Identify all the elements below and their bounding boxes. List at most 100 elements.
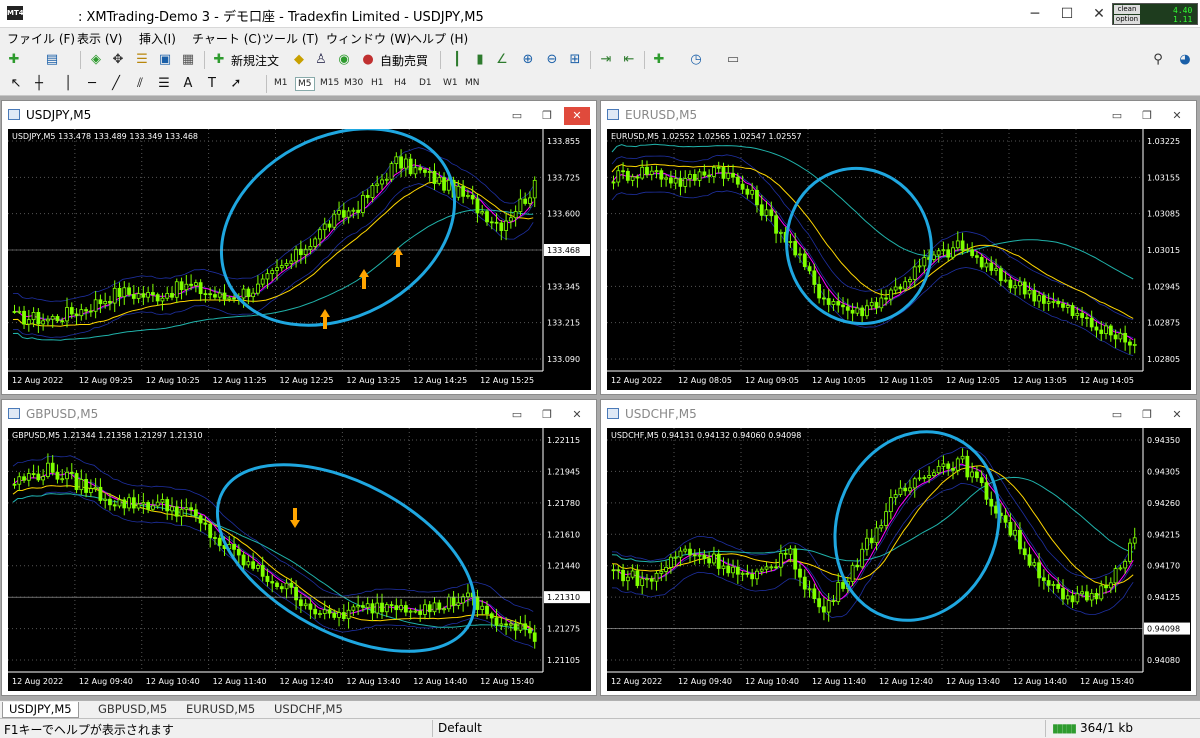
new-order-icon[interactable]: ✚: [211, 52, 227, 68]
window-minimize-button[interactable]: ▭: [504, 406, 530, 424]
window-header[interactable]: USDJPY,M5 ▭ ❐ ✕: [2, 101, 596, 129]
auto-trading-button[interactable]: 自動売買: [380, 52, 428, 69]
candle-body: [917, 477, 922, 480]
price-chart[interactable]: 133.855 133.725 133.600 133.468 133.345 133.2…: [8, 129, 591, 390]
candle-body: [764, 209, 769, 216]
price-chart[interactable]: 0.94350 0.94305 0.94260 0.94215 0.94170 0.941…: [607, 428, 1191, 691]
window-header[interactable]: EURUSD,M5 ▭ ❐ ✕: [601, 101, 1196, 129]
tab-gbpusd[interactable]: GBPUSD,M5: [92, 702, 173, 718]
candle-body: [989, 262, 994, 271]
menu-window[interactable]: ウィンドウ (W): [326, 30, 411, 47]
tester-icon[interactable]: ▦: [180, 52, 196, 68]
chart-window-eurusd[interactable]: EURUSD,M5 ▭ ❐ ✕ 1.03225 1.03155 1.03085 1.0…: [600, 100, 1197, 395]
bar-chart-icon[interactable]: ┃: [449, 52, 465, 68]
menu-tools[interactable]: ツール (T): [262, 30, 319, 47]
chat-icon[interactable]: ◕: [1177, 52, 1193, 68]
window-close-button[interactable]: ✕: [1164, 406, 1190, 424]
new-order-button[interactable]: 新規注文: [231, 52, 279, 69]
tf-mn[interactable]: MN: [463, 77, 482, 89]
price-tick-label: 0.94215: [1147, 530, 1180, 539]
window-restore-button[interactable]: ❐: [534, 107, 560, 125]
indicators-icon[interactable]: ✚: [651, 52, 667, 68]
window-restore-button[interactable]: ❐: [1134, 107, 1160, 125]
tab-usdchf[interactable]: USDCHF,M5: [268, 702, 349, 718]
vertical-line-icon[interactable]: │: [60, 76, 76, 92]
time-tick-label: 12 Aug 12:40: [280, 677, 334, 686]
channel-icon[interactable]: ⫽: [132, 76, 148, 92]
navigator-icon[interactable]: ✥: [110, 52, 126, 68]
arrows-icon[interactable]: ➚: [228, 76, 244, 92]
candle-body: [427, 170, 432, 173]
crosshair-icon[interactable]: ┼: [31, 76, 47, 92]
templates-icon[interactable]: ▭: [725, 52, 741, 68]
cursor-icon[interactable]: ↖: [8, 76, 24, 92]
community-icon[interactable]: ♙: [313, 52, 329, 68]
menu-help[interactable]: ヘルプ (H): [410, 30, 468, 47]
close-button[interactable]: ✕: [1084, 0, 1114, 28]
minimize-button[interactable]: ─: [1020, 0, 1050, 28]
window-minimize-button[interactable]: ▭: [504, 107, 530, 125]
tf-m15[interactable]: M15: [318, 77, 341, 89]
fibonacci-icon[interactable]: ☰: [156, 76, 172, 92]
metaeditor-icon[interactable]: ◆: [291, 52, 307, 68]
clean-button[interactable]: clean: [1114, 5, 1140, 14]
trendline-icon[interactable]: ╱: [108, 76, 124, 92]
profiles-icon[interactable]: ▤: [44, 52, 60, 68]
line-chart-icon[interactable]: ∠: [494, 52, 510, 68]
menu-insert[interactable]: 挿入(I): [139, 30, 176, 47]
window-minimize-button[interactable]: ▭: [1104, 406, 1130, 424]
window-minimize-button[interactable]: ▭: [1104, 107, 1130, 125]
tf-m5[interactable]: M5: [295, 77, 315, 91]
candlestick-icon[interactable]: ▮: [472, 52, 488, 68]
menu-view[interactable]: 表示 (V): [77, 30, 122, 47]
tf-d1[interactable]: D1: [417, 77, 434, 89]
option-button[interactable]: option: [1114, 15, 1140, 24]
signals-icon[interactable]: ◉: [336, 52, 352, 68]
tf-h1[interactable]: H1: [369, 77, 386, 89]
text-icon[interactable]: A: [180, 76, 196, 92]
terminal-icon[interactable]: ▣: [157, 52, 173, 68]
data-window-icon[interactable]: ☰: [134, 52, 150, 68]
candle-body: [456, 185, 461, 198]
autoscroll-icon[interactable]: ⇥: [598, 52, 614, 68]
window-header[interactable]: GBPUSD,M5 ▭ ❐ ✕: [2, 400, 596, 428]
candle-body: [179, 508, 184, 517]
tf-w1[interactable]: W1: [441, 77, 460, 89]
new-chart-icon[interactable]: ✚: [6, 52, 22, 68]
chart-window-usdchf[interactable]: USDCHF,M5 ▭ ❐ ✕ 0.94350 0.94305 0.94260 0.9…: [600, 399, 1197, 696]
menu-chart[interactable]: チャート (C): [192, 30, 261, 47]
tab-eurusd[interactable]: EURUSD,M5: [180, 702, 261, 718]
menu-file[interactable]: ファイル (F): [7, 30, 75, 47]
tab-usdjpy[interactable]: USDJPY,M5: [2, 702, 79, 718]
candle-body: [888, 497, 893, 513]
candle-body: [241, 288, 246, 299]
tf-h4[interactable]: H4: [392, 77, 409, 89]
search-icon[interactable]: ⚲: [1150, 52, 1166, 68]
window-restore-button[interactable]: ❐: [534, 406, 560, 424]
text-label-icon[interactable]: T: [204, 76, 220, 92]
window-close-button[interactable]: ✕: [564, 107, 590, 125]
horizontal-line-icon[interactable]: ─: [84, 76, 100, 92]
window-restore-button[interactable]: ❐: [1134, 406, 1160, 424]
tf-m1[interactable]: M1: [272, 77, 290, 89]
price-chart[interactable]: 1.22115 1.21945 1.21780 1.21610 1.21440 1.213…: [8, 428, 591, 691]
market-watch-icon[interactable]: ◈: [88, 52, 104, 68]
window-close-button[interactable]: ✕: [1164, 107, 1190, 125]
auto-trading-icon[interactable]: ●: [360, 52, 376, 68]
window-header[interactable]: USDCHF,M5 ▭ ❐ ✕: [601, 400, 1196, 428]
chart-window-gbpusd[interactable]: GBPUSD,M5 ▭ ❐ ✕ 1.22115 1.21945 1.21780 1.2…: [1, 399, 597, 696]
chart-shift-icon[interactable]: ⇤: [621, 52, 637, 68]
window-close-button[interactable]: ✕: [564, 406, 590, 424]
zoom-out-icon[interactable]: ⊖: [544, 52, 560, 68]
candle-body: [79, 309, 84, 317]
chart-window-usdjpy[interactable]: USDJPY,M5 ▭ ❐ ✕ 133.855 133.725 133.600 133…: [1, 100, 597, 395]
tf-m30[interactable]: M30: [342, 77, 365, 89]
price-chart[interactable]: 1.03225 1.03155 1.03085 1.03015 1.02945 1.028…: [607, 129, 1191, 390]
candle-body: [232, 544, 236, 550]
candle-body: [659, 571, 664, 574]
periods-icon[interactable]: ◷: [688, 52, 704, 68]
candle-body: [1084, 591, 1089, 601]
zoom-in-icon[interactable]: ⊕: [520, 52, 536, 68]
tile-windows-icon[interactable]: ⊞: [567, 52, 583, 68]
maximize-button[interactable]: ☐: [1052, 0, 1082, 28]
